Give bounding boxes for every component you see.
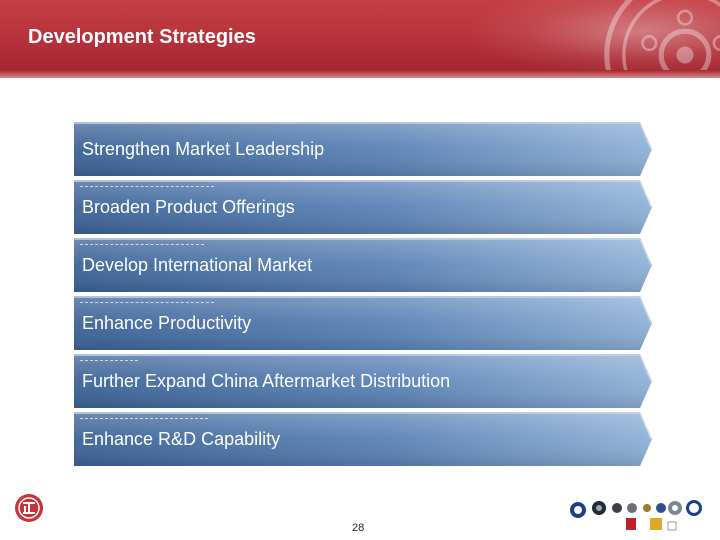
slide-title: Development Strategies <box>28 26 256 48</box>
strategy-label: Enhance Productivity <box>82 313 252 333</box>
strategy-band: Enhance Productivity <box>74 296 652 350</box>
strategy-label: Develop International Market <box>82 255 313 275</box>
dashed-divider <box>80 302 214 303</box>
company-logo-icon <box>15 494 43 522</box>
slide-header: Development Strategies <box>0 0 720 136</box>
strategy-label: Strengthen Market Leadership <box>82 139 325 159</box>
dashed-divider <box>80 186 214 187</box>
strategy-band: Further Expand China Aftermarket Distrib… <box>74 354 652 408</box>
dashed-divider <box>80 244 204 245</box>
page-number: 28 <box>352 522 365 534</box>
strategy-band: Enhance R&D Capability <box>74 412 652 466</box>
strategy-band: Broaden Product Offerings <box>74 180 652 234</box>
strategy-label: Further Expand China Aftermarket Distrib… <box>82 371 451 391</box>
header-bottom-strip <box>0 70 720 78</box>
brand-logos-icon <box>570 500 702 531</box>
strategy-label: Enhance R&D Capability <box>82 429 281 449</box>
dashed-divider <box>80 360 138 361</box>
strategy-band: Strengthen Market Leadership <box>74 122 652 176</box>
dashed-divider <box>80 418 208 419</box>
strategy-band: Develop International Market <box>74 238 652 292</box>
strategy-label: Broaden Product Offerings <box>82 197 295 217</box>
